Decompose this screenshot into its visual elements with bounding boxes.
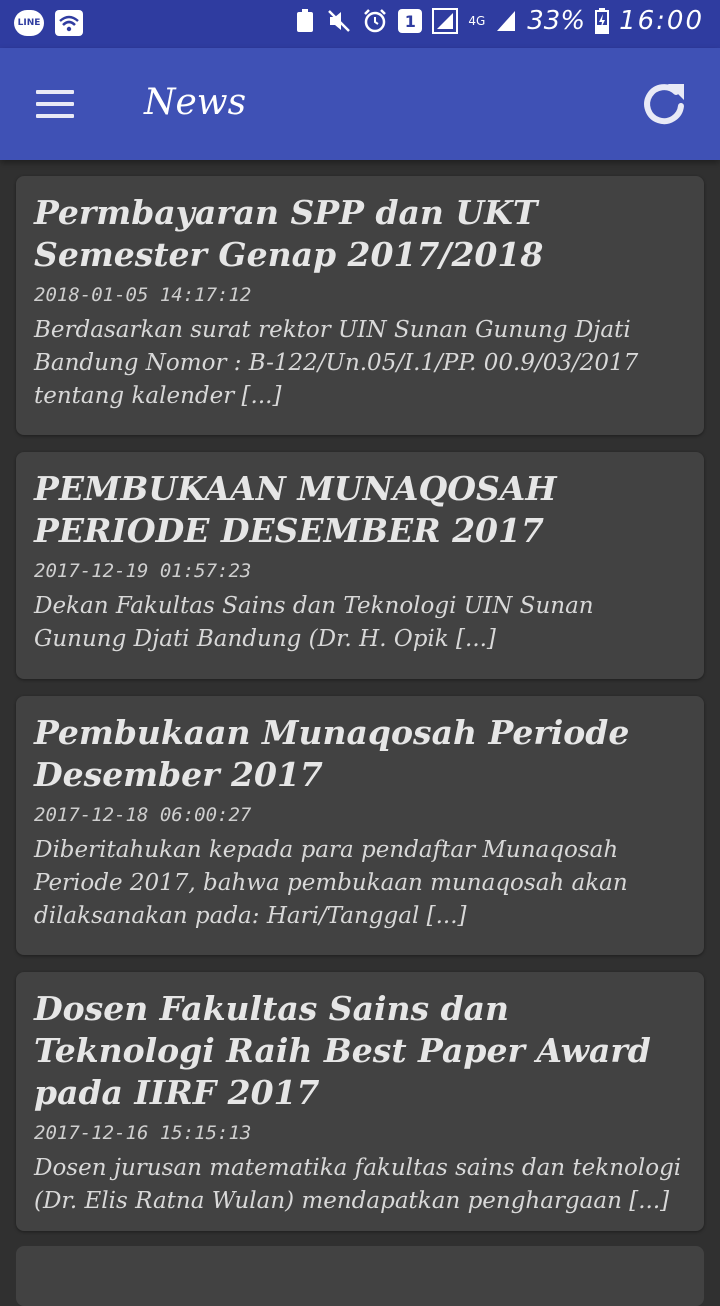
news-card[interactable]: PEMBUKAAN MUNAQOSAH PERIODE DESEMBER 201…	[16, 452, 704, 679]
notification-icon	[297, 9, 314, 32]
hamburger-menu-icon[interactable]	[36, 88, 76, 120]
news-title: PEMBUKAAN MUNAQOSAH PERIODE DESEMBER 201…	[34, 469, 557, 550]
status-bar: LINE 1 4G 33% 16:00	[0, 0, 720, 48]
alarm-icon	[364, 9, 387, 33]
signal-icon-2	[497, 11, 516, 31]
news-card[interactable]: Dosen Fakultas Sains dan Teknologi Raih …	[16, 972, 704, 1231]
news-date: 2017-12-19 01:57:23	[34, 560, 252, 582]
news-card-partial[interactable]	[16, 1246, 704, 1306]
news-card[interactable]: Permbayaran SPP dan UKT Semester Genap 2…	[16, 176, 704, 435]
signal-icon	[432, 8, 459, 34]
news-title: Pembukaan Munaqosah Periode Desember 201…	[34, 713, 630, 794]
clock: 16:00	[619, 6, 704, 36]
news-date: 2017-12-16 15:15:13	[34, 1122, 252, 1144]
news-excerpt: Dosen jurusan matematika fakultas sains …	[34, 1155, 682, 1214]
refresh-icon[interactable]	[636, 76, 692, 132]
battery-charging-icon	[595, 8, 610, 34]
news-card[interactable]: Pembukaan Munaqosah Periode Desember 201…	[16, 696, 704, 955]
news-date: 2017-12-18 06:00:27	[34, 804, 252, 826]
line-icon: LINE	[14, 10, 44, 36]
mute-icon	[328, 10, 351, 32]
news-excerpt: Berdasarkan surat rektor UIN Sunan Gunun…	[34, 317, 639, 409]
wifi-icon	[55, 10, 83, 36]
network-label: 4G	[468, 14, 486, 28]
news-list: Permbayaran SPP dan UKT Semester Genap 2…	[16, 176, 704, 1248]
news-excerpt: Dekan Fakultas Sains dan Teknologi UIN S…	[34, 593, 594, 652]
news-excerpt: Diberitahukan kepada para pendaftar Muna…	[34, 837, 628, 929]
sim-icon: 1	[398, 9, 423, 33]
page-title: News	[144, 82, 247, 123]
news-title: Dosen Fakultas Sains dan Teknologi Raih …	[34, 989, 651, 1112]
battery-percent: 33%	[527, 6, 586, 36]
news-title: Permbayaran SPP dan UKT Semester Genap 2…	[34, 193, 544, 274]
app-bar: News	[0, 48, 720, 160]
news-date: 2018-01-05 14:17:12	[34, 284, 252, 306]
